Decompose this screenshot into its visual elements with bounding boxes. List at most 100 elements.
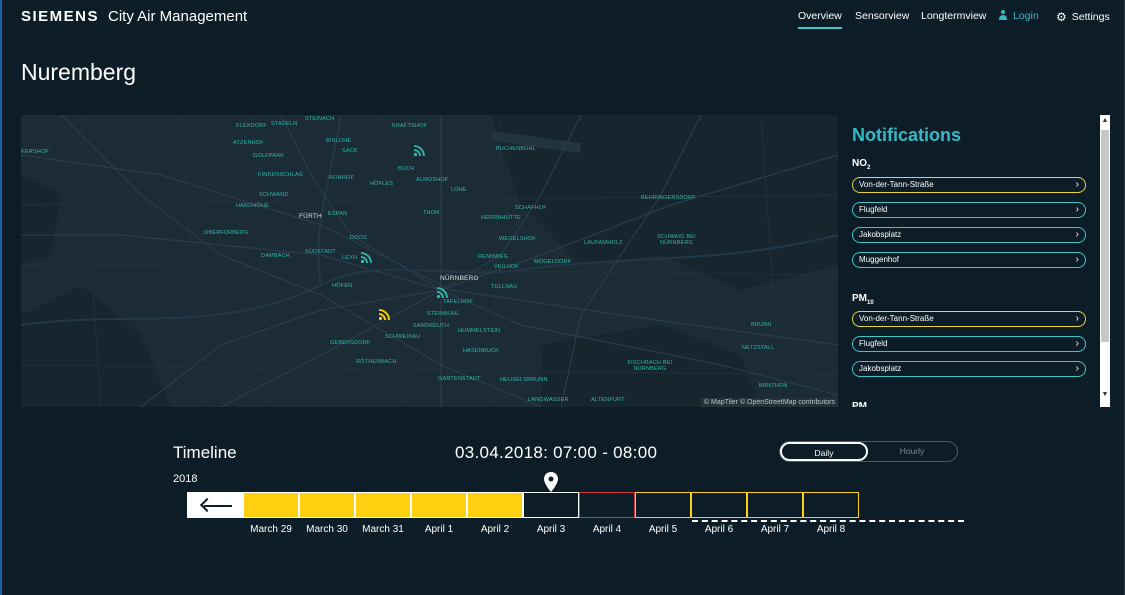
map-label: DAMBACH — [261, 253, 290, 259]
map-label: WEGELSHOF — [499, 236, 536, 242]
map-label: THON — [423, 210, 440, 216]
map-label: GARTENSTADT — [438, 376, 481, 382]
map-label: NETZSTALL — [742, 345, 775, 351]
scroll-up-icon[interactable]: ▲ — [1100, 117, 1110, 124]
pollutant-subscript: 2 — [867, 165, 871, 171]
sensor-marker-icon[interactable] — [436, 285, 450, 299]
map-label: RÖTHENBACH — [356, 359, 397, 365]
notification-location: Flugfeld — [859, 339, 888, 348]
map-label: HARDHÖHE — [236, 203, 270, 209]
pollutant-name: PM — [852, 293, 867, 304]
map-label: SCHWAND — [259, 192, 289, 198]
map-label: LAUFAMHOLZ — [584, 240, 623, 246]
chevron-right-icon: › — [1075, 313, 1079, 324]
map-label: BISLOHE — [326, 138, 352, 144]
notifications-panel: Notifications NO2 Von-der-Tann-Straße › F… — [838, 115, 1110, 407]
map-attribution[interactable]: © MapTiler © OpenStreetMap contributors — [700, 398, 838, 407]
app-title: City Air Management — [108, 8, 248, 25]
map-label: STADELN — [271, 121, 298, 127]
map-label-city: FÜRTH — [299, 213, 322, 220]
timeline-day-cell[interactable] — [635, 492, 691, 518]
map-label: MÖGELDORF — [534, 259, 572, 265]
timeline-day-cell[interactable] — [299, 492, 355, 518]
map-label-city: NÜRNBERG — [440, 275, 479, 282]
pollutant-heading-pm10: PM10 — [852, 293, 874, 306]
timeline-day-cell[interactable] — [523, 492, 579, 518]
notification-location: Flugfeld — [859, 205, 888, 214]
map-label: FINKENSCHLAG — [258, 172, 304, 178]
timeline-day-cell[interactable] — [691, 492, 747, 518]
nav-sensorview[interactable]: Sensorview — [855, 10, 909, 22]
timeline-day-label: April 1 — [424, 524, 454, 535]
chevron-right-icon: › — [1075, 363, 1079, 374]
timeline-day-cell[interactable] — [243, 492, 299, 518]
map-label: STEINBÜHL — [427, 311, 460, 317]
scroll-down-icon[interactable]: ▼ — [1100, 391, 1110, 398]
timeline-day-label: April 4 — [592, 524, 622, 535]
map-label: SCHWAIG BEI NÜRNBERG — [657, 234, 696, 246]
timeline-day-cell[interactable] — [355, 492, 411, 518]
pollutant-heading-no2: NO2 — [852, 158, 870, 171]
map-label: SACK — [342, 148, 358, 154]
settings-link[interactable]: ⚙ Settings — [1056, 10, 1110, 24]
timeline-day-label: March 31 — [362, 524, 404, 535]
sensor-marker-icon[interactable] — [413, 143, 427, 157]
timeline-day-cell[interactable] — [467, 492, 523, 518]
notifications-scrollbar[interactable]: ▲ ▼ — [1100, 115, 1110, 407]
notification-item[interactable]: Flugfeld › — [852, 202, 1086, 218]
map-label: HERRNHÜTTE — [481, 215, 521, 221]
toggle-hourly[interactable]: Hourly — [868, 442, 956, 461]
interval-toggle[interactable]: Daily Hourly — [779, 441, 958, 462]
map-label: RENNWEG — [478, 254, 509, 260]
app-window: SIEMENS City Air Management Overview Sen… — [0, 0, 1125, 595]
top-navigation-bar: SIEMENS City Air Management Overview Sen… — [2, 0, 1125, 34]
map-label: RONHOF — [329, 175, 355, 181]
timeline-day-cell[interactable] — [579, 492, 635, 518]
map-label: HÖFLES — [370, 181, 394, 187]
map-roads — [21, 115, 838, 407]
chevron-right-icon: › — [1075, 204, 1079, 215]
map-label: ESPAN — [328, 211, 348, 217]
login-link[interactable]: Login — [999, 10, 1039, 22]
notification-item[interactable]: Von-der-Tann-Straße › — [852, 311, 1086, 327]
chevron-right-icon: › — [1075, 229, 1079, 240]
map-label: SÜDSTADT — [305, 249, 336, 255]
nav-overview[interactable]: Overview — [798, 10, 842, 29]
timeline-day-label: April 2 — [480, 524, 510, 535]
sensor-marker-icon[interactable] — [360, 250, 374, 264]
map-label: BRNTHON — [759, 383, 788, 389]
map-label: HÖFEN — [332, 283, 353, 289]
forecast-dashed-line — [692, 520, 964, 522]
timeline-day-cell[interactable] — [803, 492, 859, 518]
notifications-title: Notifications — [852, 125, 962, 145]
notification-location: Muggenhof — [859, 255, 900, 264]
notification-item[interactable]: Muggenhof › — [852, 252, 1086, 268]
nav-longtermview[interactable]: Longtermview — [921, 10, 986, 22]
timeline-day-cell[interactable] — [747, 492, 803, 518]
notification-item[interactable]: Flugfeld › — [852, 336, 1086, 352]
timeline-year: 2018 — [173, 473, 198, 485]
timeline-day-cell[interactable] — [411, 492, 467, 518]
user-icon — [999, 10, 1007, 20]
map-label: SANDREUTH — [413, 323, 450, 329]
map-label: BUCH — [398, 166, 415, 172]
notification-item[interactable]: Jakobsplatz › — [852, 361, 1086, 377]
city-map[interactable]: KERSHOF FLEXDORF STADELN STEINACH KRAFTS… — [21, 115, 838, 407]
map-label: BUCHENBÜHL — [496, 146, 536, 152]
timeline-back-button[interactable] — [187, 492, 243, 518]
sensor-marker-warning-icon[interactable] — [378, 307, 392, 321]
chevron-right-icon: › — [1075, 254, 1079, 265]
page-title: Nuremberg — [21, 59, 137, 85]
map-label: GOLFPARK — [253, 153, 285, 159]
map-label: TAFELHOF — [443, 299, 473, 305]
notification-item[interactable]: Jakobsplatz › — [852, 227, 1086, 243]
selected-datetime: 03.04.2018: 07:00 - 08:00 — [455, 443, 658, 462]
notification-item[interactable]: Von-der-Tann-Straße › — [852, 177, 1086, 193]
toggle-daily[interactable]: Daily — [780, 442, 868, 461]
map-label: OBERFÜRBERG — [204, 230, 249, 236]
brand-logo: SIEMENS — [21, 8, 100, 25]
map-label: LANGWASSER — [528, 397, 569, 403]
map-label: GEBERSDORF — [330, 340, 371, 346]
scrollbar-thumb[interactable] — [1101, 130, 1109, 342]
arrow-left-head — [199, 497, 215, 513]
